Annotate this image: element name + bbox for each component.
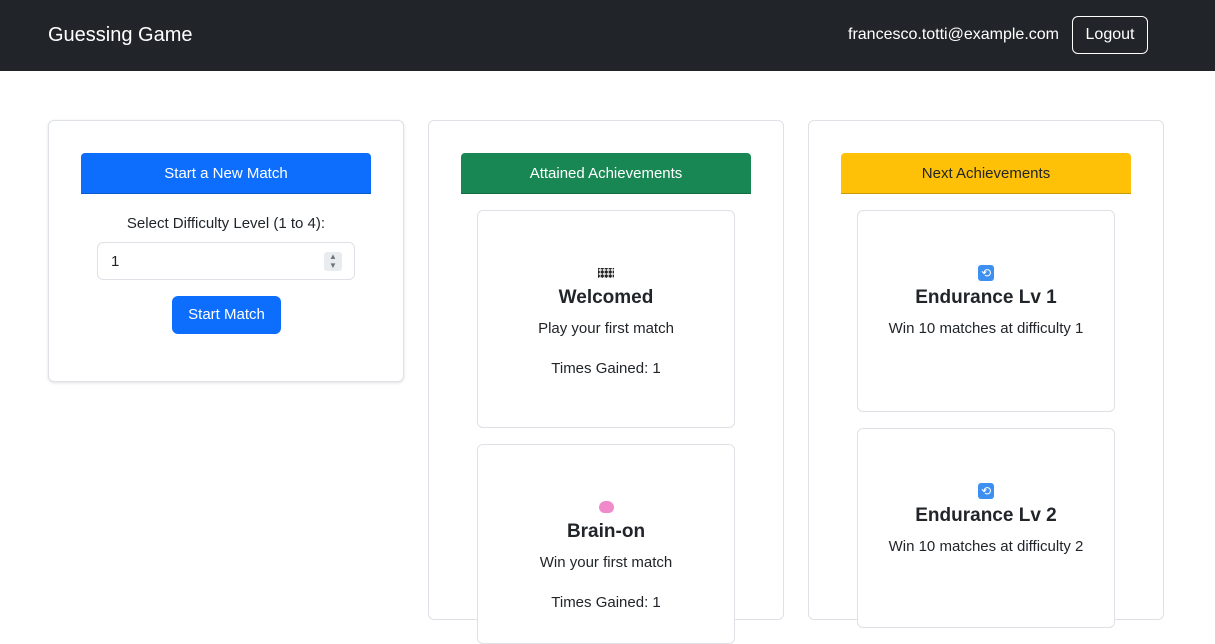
- app-brand[interactable]: Guessing Game: [48, 24, 193, 47]
- attained-achievements-card: Attained Achievements Welcomed Play your…: [428, 120, 784, 644]
- achievement-card: ⟲ Endurance Lv 2 Win 10 matches at diffi…: [857, 428, 1115, 628]
- repeat-icon: ⟲: [978, 482, 994, 499]
- achievement-times-gained: Times Gained: 1: [551, 360, 661, 377]
- achievement-description: Win your first match: [539, 554, 673, 571]
- stepper-down-icon[interactable]: ▼: [324, 261, 342, 270]
- achievement-title: Brain-on: [566, 521, 646, 542]
- achievement-title: Endurance Lv 2: [915, 505, 1057, 526]
- achievement-description: Win 10 matches at difficulty 2: [888, 538, 1084, 555]
- start-match-button[interactable]: Start Match: [172, 296, 281, 334]
- achievement-description: Win 10 matches at difficulty 1: [888, 320, 1084, 337]
- new-match-card: Start a New Match Select Difficulty Leve…: [48, 120, 404, 382]
- difficulty-stepper[interactable]: ▲ ▼: [324, 252, 342, 271]
- difficulty-value: 1: [111, 253, 120, 270]
- achievement-description: Play your first match: [538, 320, 674, 337]
- repeat-icon: ⟲: [978, 264, 994, 281]
- stepper-up-icon[interactable]: ▲: [324, 252, 342, 261]
- attained-achievements-header: Attained Achievements: [461, 153, 751, 194]
- next-achievements-header: Next Achievements: [841, 153, 1131, 194]
- logout-button[interactable]: Logout: [1072, 16, 1148, 54]
- brain-icon: [598, 500, 614, 513]
- next-achievements-card: Next Achievements ⟲ Endurance Lv 1 Win 1…: [808, 120, 1164, 628]
- achievement-card: ⟲ Endurance Lv 1 Win 10 matches at diffi…: [857, 210, 1115, 412]
- achievement-card: Brain-on Win your first match Times Gain…: [477, 444, 735, 644]
- achievement-times-gained: Times Gained: 1: [551, 594, 661, 611]
- achievement-title: Endurance Lv 1: [915, 287, 1057, 308]
- achievement-card: Welcomed Play your first match Times Gai…: [477, 210, 735, 428]
- achievement-title: Welcomed: [558, 287, 654, 308]
- checkered-flag-icon: [598, 267, 614, 278]
- new-match-header: Start a New Match: [81, 153, 371, 194]
- user-email: francesco.totti@example.com: [848, 26, 1059, 43]
- navbar: Guessing Game francesco.totti@example.co…: [0, 0, 1215, 71]
- difficulty-label: Select Difficulty Level (1 to 4):: [126, 215, 326, 232]
- difficulty-input[interactable]: 1 ▲ ▼: [97, 242, 355, 280]
